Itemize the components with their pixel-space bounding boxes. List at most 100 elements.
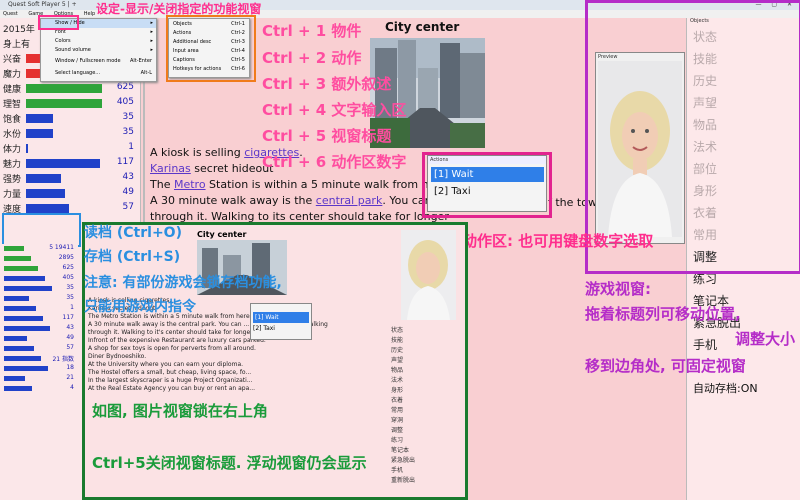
inset-stat-bar: [4, 256, 31, 261]
stat-label: 兴奋: [3, 55, 22, 65]
annotation-ctrl5: Ctrl + 5 视窗标题: [262, 127, 392, 145]
stat-value: 405: [116, 97, 134, 107]
menu-item-fullscreen[interactable]: Window / Fullscreen mode Alt-Enter: [41, 57, 156, 66]
stat-label: 水份: [3, 130, 22, 140]
stat-bar: [26, 99, 102, 108]
location-line-text: The: [150, 178, 174, 191]
stat-label: 体力: [3, 145, 22, 155]
stat-value: 57: [122, 202, 134, 212]
annotation-save: 存档 (Ctrl+S): [84, 249, 181, 265]
inset-object-item: 常用: [391, 407, 404, 414]
stat-label: 力量: [3, 190, 22, 200]
stat-bar: [26, 159, 100, 168]
location-line: A 30 minute walk away is the central par…: [150, 194, 432, 207]
inset-object-item: 技能: [391, 337, 404, 344]
stat-row: 力量 49: [0, 187, 138, 200]
stat-label: 魔力: [3, 70, 22, 80]
stat-label: 魅力: [3, 160, 22, 170]
stat-label: 身上有: [3, 40, 31, 50]
inset-object-item: 穿洞: [391, 417, 404, 424]
annotation-ctrl1: Ctrl + 1 物件: [262, 22, 362, 40]
highlight-save-load: [2, 213, 81, 247]
stat-label: 2015年: [3, 25, 35, 35]
stat-value: 117: [116, 157, 134, 167]
inset-line: In the largest skyscraper is a huge Proj…: [88, 377, 253, 384]
stat-value: 43: [122, 172, 134, 182]
stat-value: 49: [122, 187, 134, 197]
annotation-ctrl6: Ctrl + 6 动作区数字: [262, 153, 407, 171]
menu-item-colors[interactable]: Colors ▸: [41, 37, 156, 46]
inset-object-item: 衣着: [391, 397, 404, 404]
annotation-note-1: 注意: 有部份游戏会锁存档功能,: [84, 275, 282, 291]
inset-object-item: 调整: [391, 427, 404, 434]
stat-row: 饱食 35: [0, 112, 138, 125]
annotation-inset-2: Ctrl+5关闭视窗标题. 浮动视窗仍会显示: [92, 454, 367, 472]
stat-bar: [26, 129, 53, 138]
inset-object-item: 历史: [391, 347, 404, 354]
inset-stat-bar: [4, 366, 48, 371]
inset-line: At the University where you can earn you…: [88, 361, 244, 368]
menu-item-language[interactable]: Select language... Alt-L: [41, 69, 156, 78]
annotation-ctrl3: Ctrl + 3 额外叙述: [262, 75, 392, 93]
inset-stat-bar: [4, 346, 34, 351]
autosave-status: 自动存档:ON: [693, 382, 758, 395]
annotation-load: 读档 (Ctrl+O): [84, 225, 182, 241]
annotation-action-area: 动作区: 也可用键盘数字选取: [462, 232, 654, 250]
highlight-submenu: [166, 15, 256, 82]
object-item[interactable]: 手机: [693, 336, 717, 353]
annotation-inset-1: 如图, 图片视窗锁在右上角: [92, 402, 268, 420]
location-line: Karinas secret hideout: [150, 162, 274, 175]
inset-line: through it. Walking to it's center shoul…: [88, 329, 255, 336]
inset-object-item: 法术: [391, 377, 404, 384]
inset-line: Infront of the expensive Restaurant are …: [88, 337, 266, 344]
inset-stat-bar: [4, 286, 52, 291]
stat-bar: [26, 114, 53, 123]
inset-portrait: [401, 230, 456, 320]
location-link[interactable]: Karinas: [150, 162, 191, 175]
inset-object-item: 状态: [391, 327, 404, 334]
stat-value: 35: [122, 112, 134, 122]
stat-label: 理智: [3, 100, 22, 110]
annotation-game-view-1: 游戏视窗:: [585, 280, 651, 298]
stat-label: 饱食: [3, 115, 22, 125]
menu-quest[interactable]: Quest: [3, 11, 18, 17]
stat-value: 35: [122, 127, 134, 137]
annotation-ctrl2: Ctrl + 2 动作: [262, 49, 362, 67]
inset-location-title: City center: [197, 230, 247, 239]
inset-stat-bar: [4, 316, 43, 321]
menu-help[interactable]: Help: [84, 11, 95, 17]
inset-line: Diner Bydnoeshiko.: [88, 353, 147, 360]
stat-bar: [26, 84, 102, 93]
stat-bar: [26, 204, 69, 213]
inset-stat-bar: [4, 296, 29, 301]
location-title: City center: [385, 20, 460, 34]
stat-value: 625: [116, 82, 134, 92]
inset-stat-bar: [4, 306, 36, 311]
inset-stat-bar: [4, 326, 50, 331]
inset-line: A shop for sex toys is open for perverts…: [88, 345, 256, 352]
stat-row: 水份 35: [0, 127, 138, 140]
stat-label: 健康: [3, 85, 22, 95]
location-link[interactable]: central park: [316, 194, 383, 207]
location-line-text: A kiosk is selling: [150, 146, 245, 159]
inset-object-item: 身形: [391, 387, 404, 394]
inset-action-taxi: [2] Taxi: [253, 325, 275, 332]
inset-stat-bar: [4, 356, 41, 361]
stat-row: 魅力 117: [0, 157, 138, 170]
inset-stat-bar: [4, 386, 32, 391]
inset-object-item: 手机: [391, 467, 404, 474]
location-link[interactable]: Metro: [174, 178, 206, 191]
inset-stat-bar: [4, 336, 27, 341]
stat-value: 1: [128, 142, 134, 152]
stat-bar: [26, 174, 61, 183]
window-title: Quest Soft Player 5 | +: [8, 1, 77, 8]
highlight-actions: [422, 152, 552, 218]
stat-row: 理智 405: [0, 97, 138, 110]
inset-object-item: 练习: [391, 437, 404, 444]
stat-bar: [26, 189, 65, 198]
stat-row: 健康 625: [0, 82, 138, 95]
inset-object-item: 物品: [391, 367, 404, 374]
annotation-top: 设定-显示/关闭指定的功能视窗: [96, 2, 262, 16]
inset-object-item: 笔记本: [391, 447, 410, 454]
menu-item-sound-volume[interactable]: Sound volume ▸: [41, 46, 156, 55]
